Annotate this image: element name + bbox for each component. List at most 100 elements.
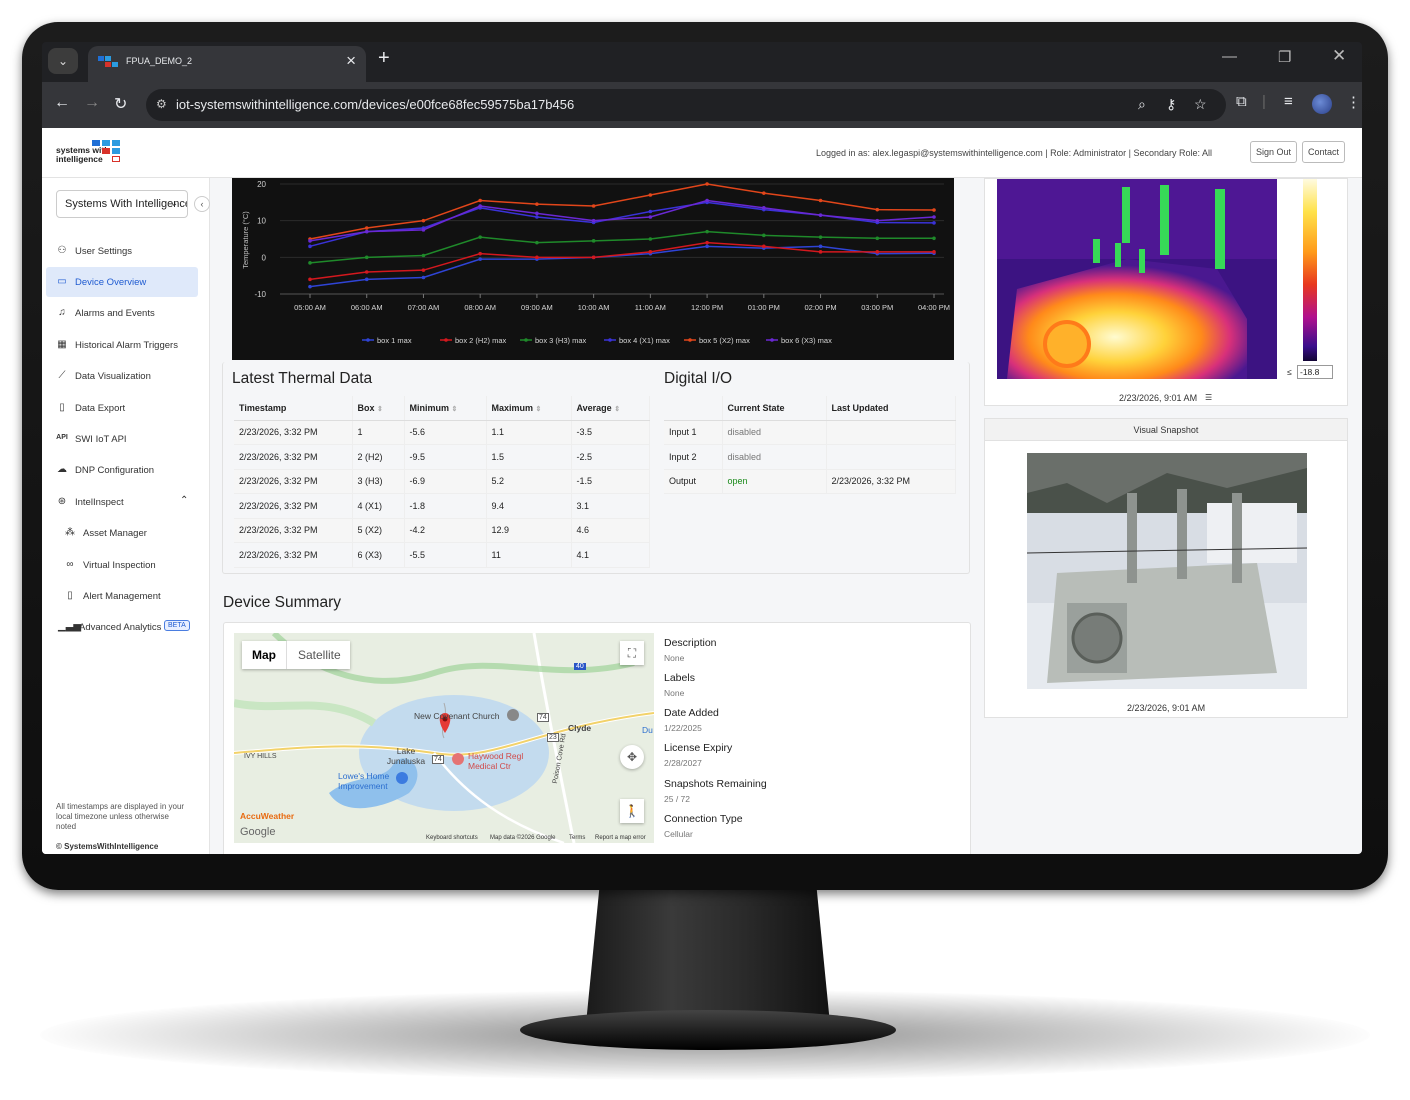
nav-intelinspect[interactable]: ⊛ IntelInspect ⌃ xyxy=(46,487,198,517)
tab-close-icon[interactable]: × xyxy=(346,51,356,71)
list-filter-icon[interactable]: ☰ xyxy=(1205,393,1212,402)
col-last-updated: Last Updated xyxy=(826,396,956,421)
x-tick-label: 02:00 PM xyxy=(804,303,836,312)
table-row: Input 2 disabled xyxy=(664,444,956,470)
table-row: 2/23/2026, 3:32 PM 6 (X3) -5.5 11 4.1 xyxy=(234,542,650,568)
window-close-icon[interactable]: ✕ xyxy=(1332,46,1346,66)
map-keyboard-shortcuts[interactable]: Keyboard shortcuts xyxy=(426,835,478,841)
series-point xyxy=(308,239,312,243)
table-cell: -1.5 xyxy=(571,469,650,494)
nav-dnp-configuration[interactable]: ☁ DNP Configuration xyxy=(46,455,198,485)
legend-entry: box 2 (H2) max xyxy=(455,336,507,345)
map-report-error-link[interactable]: Report a map error xyxy=(595,835,646,841)
col-box[interactable]: Box ⇕ xyxy=(352,396,405,421)
star-icon[interactable]: ☆ xyxy=(1194,96,1207,113)
thermal-image-timestamp: 2/23/2026, 9:01 AM xyxy=(1119,393,1198,403)
url-text[interactable]: iot-systemswithintelligence.com/devices/… xyxy=(176,97,574,112)
series-point xyxy=(705,240,709,245)
swi-logo[interactable]: systems with intelligence xyxy=(56,140,126,168)
nav-advanced-analytics[interactable]: ▁▃▅ Advanced Analytics BETA xyxy=(46,612,198,642)
map-label-ivy-hills: IVY HILLS xyxy=(244,753,277,760)
snapshots-remaining-value: 25 / 72 xyxy=(664,794,690,804)
accuweather-logo: AccuWeather xyxy=(240,811,295,821)
table-cell: -2.5 xyxy=(571,444,650,470)
nav-alarms-events[interactable]: ♫ Alarms and Events xyxy=(46,298,198,328)
series-point xyxy=(478,198,482,203)
nav-asset-manager[interactable]: ⁂ Asset Manager xyxy=(46,518,198,548)
contact-button[interactable]: Contact xyxy=(1302,141,1346,163)
forward-icon[interactable]: → xyxy=(84,94,100,112)
sign-out-button[interactable]: Sign Out xyxy=(1250,141,1298,163)
reload-icon[interactable]: ↻ xyxy=(114,94,127,114)
legend-entry: box 5 (X2) max xyxy=(699,336,750,345)
table-cell: 3 (H3) xyxy=(352,469,405,494)
nav-data-export[interactable]: ▯ Data Export xyxy=(46,393,198,423)
x-tick-label: 04:00 PM xyxy=(918,303,950,312)
thermal-image[interactable] xyxy=(997,179,1277,379)
fullscreen-icon[interactable]: ⛶ xyxy=(620,641,644,665)
nav-user-settings[interactable]: ⚇ User Settings xyxy=(46,236,198,266)
scale-min-input[interactable]: -18.8 xyxy=(1297,365,1333,379)
tab-search-chevron-icon[interactable]: ⌄ xyxy=(48,48,78,74)
col-average[interactable]: Average ⇕ xyxy=(571,396,650,421)
key-icon[interactable]: ⚷ xyxy=(1166,96,1176,113)
org-select[interactable]: Systems With Intelligence xyxy=(56,190,188,218)
monitor-base xyxy=(520,1010,896,1050)
table-cell: Input 1 xyxy=(664,420,723,445)
series-point xyxy=(478,257,482,261)
series-point xyxy=(421,275,426,280)
nav-data-visualization[interactable]: ⟋ Data Visualization xyxy=(46,361,198,391)
table-row: 2/23/2026, 3:32 PM 2 (H2) -9.5 1.5 -2.5 xyxy=(234,444,650,470)
satellite-button[interactable]: Satellite xyxy=(298,648,341,662)
new-tab-icon[interactable]: + xyxy=(378,47,390,70)
media-icon[interactable]: ≡ xyxy=(1284,93,1293,110)
map-type-toggle: Map Satellite xyxy=(242,641,350,669)
street-view-pegman-icon[interactable]: 🚶 xyxy=(620,799,644,823)
license-expiry-value: 2/28/2027 xyxy=(664,758,702,768)
legend-entry: box 3 (H3) max xyxy=(535,336,587,345)
restore-icon[interactable]: ❐ xyxy=(1278,48,1291,66)
nav-alert-management[interactable]: ▯ Alert Management xyxy=(46,581,198,611)
extensions-icon[interactable]: ⧉ xyxy=(1236,93,1247,110)
site-info-icon[interactable]: ⚙ xyxy=(156,97,167,111)
labels-value: None xyxy=(664,688,685,698)
series-point xyxy=(535,240,539,245)
visual-snapshot-title: Visual Snapshot xyxy=(985,419,1347,441)
menu-icon[interactable]: ⋮ xyxy=(1346,93,1361,111)
series-point xyxy=(648,237,653,241)
digital-io-table: Current State Last Updated Input 1 disabl… xyxy=(664,396,956,494)
series-point xyxy=(648,209,653,214)
nav-swi-iot-api[interactable]: API SWI IoT API xyxy=(46,424,198,454)
map-route-40: 40 xyxy=(574,663,586,670)
nav-historical-alarm-triggers[interactable]: ▦ Historical Alarm Triggers xyxy=(46,330,198,360)
legend-swatch-dot xyxy=(524,338,528,342)
map-pan-control-icon[interactable]: ✥ xyxy=(620,745,644,769)
scale-le-symbol: ≤ xyxy=(1287,367,1292,377)
omnibox[interactable]: ⚙ iot-systemswithintelligence.com/device… xyxy=(146,89,1226,121)
collapse-sidebar-button[interactable]: ‹ xyxy=(194,196,210,212)
table-cell: -9.5 xyxy=(404,444,487,470)
series-point xyxy=(818,244,823,249)
map-data-credit: Map data ©2026 Google xyxy=(490,835,556,841)
map-terms-link[interactable]: Terms xyxy=(569,835,585,841)
chevron-up-icon[interactable]: ⌃ xyxy=(180,495,188,506)
col-timestamp[interactable]: Timestamp xyxy=(234,396,353,421)
zoom-icon[interactable]: ⌕ xyxy=(1138,96,1146,113)
back-icon[interactable]: ← xyxy=(54,94,70,112)
nav-device-overview[interactable]: ▭ Device Overview xyxy=(46,267,198,297)
series-point xyxy=(762,244,766,249)
visual-snapshot-photo[interactable] xyxy=(1027,453,1307,689)
map-button[interactable]: Map xyxy=(252,648,276,662)
minimize-icon[interactable]: — xyxy=(1222,48,1237,65)
table-cell xyxy=(826,420,956,445)
series-point xyxy=(705,229,709,234)
series-point xyxy=(421,228,426,232)
col-maximum[interactable]: Maximum ⇕ xyxy=(486,396,572,421)
map-label-lake-junaluska: Lake Junaluska xyxy=(386,746,426,766)
col-minimum[interactable]: Minimum ⇕ xyxy=(404,396,487,421)
browser-tab[interactable]: FPUA_DEMO_2 × xyxy=(88,46,366,82)
profile-avatar[interactable] xyxy=(1312,94,1332,114)
map-label-hospital: Haywood Regl Medical Ctr xyxy=(468,751,524,771)
nav-virtual-inspection[interactable]: ∞ Virtual Inspection xyxy=(46,550,198,580)
device-map[interactable]: Map Satellite ⛶ ✥ 🚶 New Covenant Church … xyxy=(234,633,654,843)
